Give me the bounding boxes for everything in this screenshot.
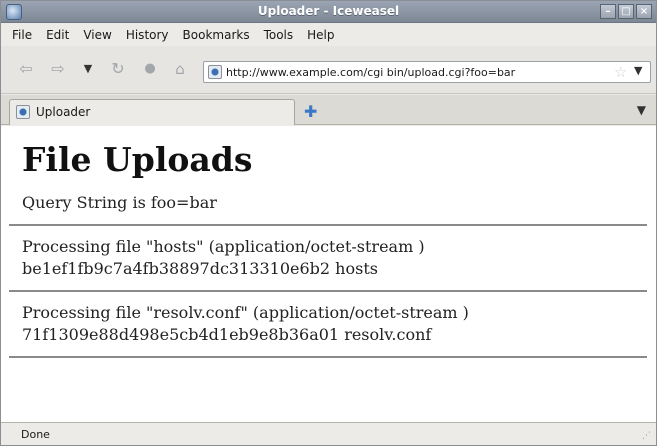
- url-dropdown-icon[interactable]: ▼: [634, 64, 642, 77]
- chevron-down-icon[interactable]: ▼: [79, 60, 97, 78]
- home-icon[interactable]: ⌂: [171, 60, 189, 78]
- resize-grip-icon[interactable]: ⋰: [642, 431, 652, 441]
- back-arrow-icon[interactable]: ⇦: [17, 60, 35, 78]
- tab-bar: Uploader ✚ ▼: [1, 95, 656, 125]
- file-processing-line: Processing file "hosts" (application/oct…: [22, 237, 425, 256]
- url-input[interactable]: [226, 64, 606, 80]
- url-bar[interactable]: ☆ ▼: [203, 61, 651, 83]
- menu-view[interactable]: View: [76, 28, 118, 42]
- file-processing-line: Processing file "resolv.conf" (applicati…: [22, 303, 469, 322]
- plus-icon[interactable]: ✚: [304, 102, 317, 121]
- site-favicon-icon: [16, 105, 30, 119]
- menu-edit[interactable]: Edit: [39, 28, 76, 42]
- menu-help[interactable]: Help: [300, 28, 341, 42]
- minimize-button[interactable]: –: [600, 4, 616, 19]
- title-bar[interactable]: Uploader - Iceweasel – □ ×: [1, 1, 656, 23]
- site-favicon-icon: [208, 65, 222, 79]
- browser-window: Uploader - Iceweasel – □ × File Edit Vie…: [0, 0, 657, 446]
- horizontal-rule: [9, 290, 647, 292]
- window-controls: – □ ×: [600, 4, 652, 19]
- reload-icon[interactable]: ↻: [109, 60, 127, 78]
- horizontal-rule: [9, 356, 647, 358]
- tab-uploader[interactable]: Uploader: [9, 99, 295, 125]
- file-hash-line: be1ef1fb9c7a4fb38897dc313310e6b2 hosts: [22, 259, 378, 278]
- maximize-button[interactable]: □: [618, 4, 634, 19]
- window-title: Uploader - Iceweasel: [257, 4, 400, 18]
- close-button[interactable]: ×: [636, 4, 652, 19]
- horizontal-rule: [9, 224, 647, 226]
- page-content: File Uploads Query String is foo=bar Pro…: [1, 126, 656, 422]
- status-bar: Done ⋰: [1, 422, 656, 445]
- menu-tools[interactable]: Tools: [257, 28, 301, 42]
- forward-arrow-icon[interactable]: ⇨: [49, 60, 67, 78]
- menu-history[interactable]: History: [119, 28, 176, 42]
- query-string-line: Query String is foo=bar: [22, 193, 217, 212]
- status-text: Done: [21, 428, 50, 441]
- menu-bookmarks[interactable]: Bookmarks: [176, 28, 257, 42]
- page-heading: File Uploads: [22, 140, 253, 179]
- stop-icon[interactable]: ●: [141, 60, 159, 78]
- tab-list-chevron-down-icon[interactable]: ▼: [637, 103, 646, 117]
- file-hash-line: 71f1309e88d498e5cb4d1eb9e8b36a01 resolv.…: [22, 325, 432, 344]
- menu-file[interactable]: File: [5, 28, 39, 42]
- menu-bar: File Edit View History Bookmarks Tools H…: [1, 24, 656, 46]
- navigation-toolbar: ⇦ ⇨ ▼ ↻ ● ⌂ ☆ ▼: [1, 46, 656, 94]
- tab-label: Uploader: [36, 105, 91, 119]
- star-icon[interactable]: ☆: [614, 63, 627, 81]
